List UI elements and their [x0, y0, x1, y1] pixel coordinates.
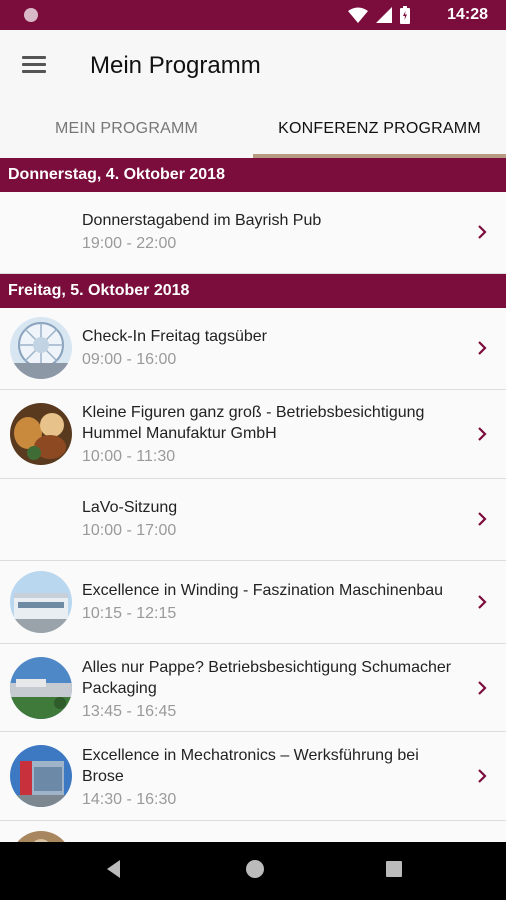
tab-bar: MEIN PROGRAMM KONFERENZ PROGRAMM — [0, 100, 506, 159]
event-time: 10:00 - 17:00 — [82, 522, 177, 539]
list-item[interactable]: Excellence in Mechatronics – Werksführun… — [0, 732, 506, 821]
brose-building-photo — [10, 745, 72, 807]
status-icons — [348, 6, 410, 24]
list-item[interactable]: Excellence in Winding - Faszination Masc… — [0, 561, 506, 644]
event-title: Donnerstagabend im Bayrish Pub — [82, 212, 322, 229]
recents-icon[interactable] — [384, 858, 404, 880]
section-header: Donnerstag, 4. Oktober 2018 — [0, 158, 506, 192]
event-title: LaVo-Sitzung — [82, 499, 178, 516]
event-time: 19:00 - 22:00 — [82, 235, 177, 252]
status-bar: 14:28 — [0, 0, 506, 30]
signal-icon — [376, 7, 392, 23]
event-texts: Excellence in Mechatronics – Werksführun… — [82, 745, 464, 810]
schedule-list[interactable]: Donnerstag, 4. Oktober 2018 Donnerstagab… — [0, 158, 506, 893]
factory-building-photo — [10, 571, 72, 633]
chevron-right-icon — [478, 427, 487, 441]
figurines-photo — [10, 403, 72, 465]
event-texts: Donnerstagabend im Bayrish Pub 19:00 - 2… — [82, 210, 464, 254]
wifi-icon — [348, 7, 368, 23]
system-nav-bar — [0, 842, 506, 900]
chevron-right-icon — [478, 595, 487, 609]
event-title: Alles nur Pappe? Betriebsbesichtigung Sc… — [82, 659, 452, 697]
status-time: 14:28 — [447, 6, 488, 23]
chevron-right-icon — [478, 225, 487, 239]
list-item[interactable]: LaVo-Sitzung 10:00 - 17:00 — [0, 479, 506, 561]
event-time: 09:00 - 16:00 — [82, 351, 177, 368]
chevron-right-icon — [478, 681, 487, 695]
event-time: 13:45 - 16:45 — [82, 703, 177, 720]
event-title: Check-In Freitag tagsüber — [82, 328, 267, 345]
event-texts: Alles nur Pappe? Betriebsbesichtigung Sc… — [82, 657, 464, 722]
tab-mein-programm[interactable]: MEIN PROGRAMM — [0, 100, 253, 158]
home-icon[interactable] — [244, 858, 266, 880]
event-title: Excellence in Winding - Faszination Masc… — [82, 582, 444, 599]
industrial-site-photo — [10, 657, 72, 719]
event-texts: Check-In Freitag tagsüber 09:00 - 16:00 — [82, 326, 464, 370]
event-texts: LaVo-Sitzung 10:00 - 17:00 — [82, 497, 464, 541]
chevron-right-icon — [478, 769, 487, 783]
event-time: 14:30 - 16:30 — [82, 791, 177, 808]
event-time: 10:15 - 12:15 — [82, 605, 177, 622]
list-item[interactable]: Kleine Figuren ganz groß - Betriebsbesic… — [0, 390, 506, 479]
battery-icon — [400, 6, 410, 24]
event-texts: Excellence in Winding - Faszination Masc… — [82, 580, 464, 624]
event-title: Kleine Figuren ganz groß - Betriebsbesic… — [82, 404, 425, 442]
list-item[interactable]: Donnerstagabend im Bayrish Pub 19:00 - 2… — [0, 192, 506, 274]
chevron-right-icon — [478, 512, 487, 526]
event-time: 10:00 - 11:30 — [82, 448, 176, 465]
section-header: Freitag, 5. Oktober 2018 — [0, 274, 506, 308]
back-icon[interactable] — [104, 858, 122, 880]
tab-konferenz-programm[interactable]: KONFERENZ PROGRAMM — [253, 100, 506, 158]
glass-dome-photo — [10, 317, 72, 379]
event-title: Excellence in Mechatronics – Werksführun… — [82, 747, 419, 785]
chevron-right-icon — [478, 341, 487, 355]
hamburger-menu-icon[interactable] — [22, 53, 48, 77]
list-item[interactable]: Alles nur Pappe? Betriebsbesichtigung Sc… — [0, 644, 506, 732]
app-bar: Mein Programm — [0, 30, 506, 100]
event-texts: Kleine Figuren ganz groß - Betriebsbesic… — [82, 402, 464, 467]
notification-dot-icon — [24, 8, 38, 22]
list-item[interactable]: Check-In Freitag tagsüber 09:00 - 16:00 — [0, 308, 506, 390]
page-title: Mein Programm — [90, 52, 261, 79]
